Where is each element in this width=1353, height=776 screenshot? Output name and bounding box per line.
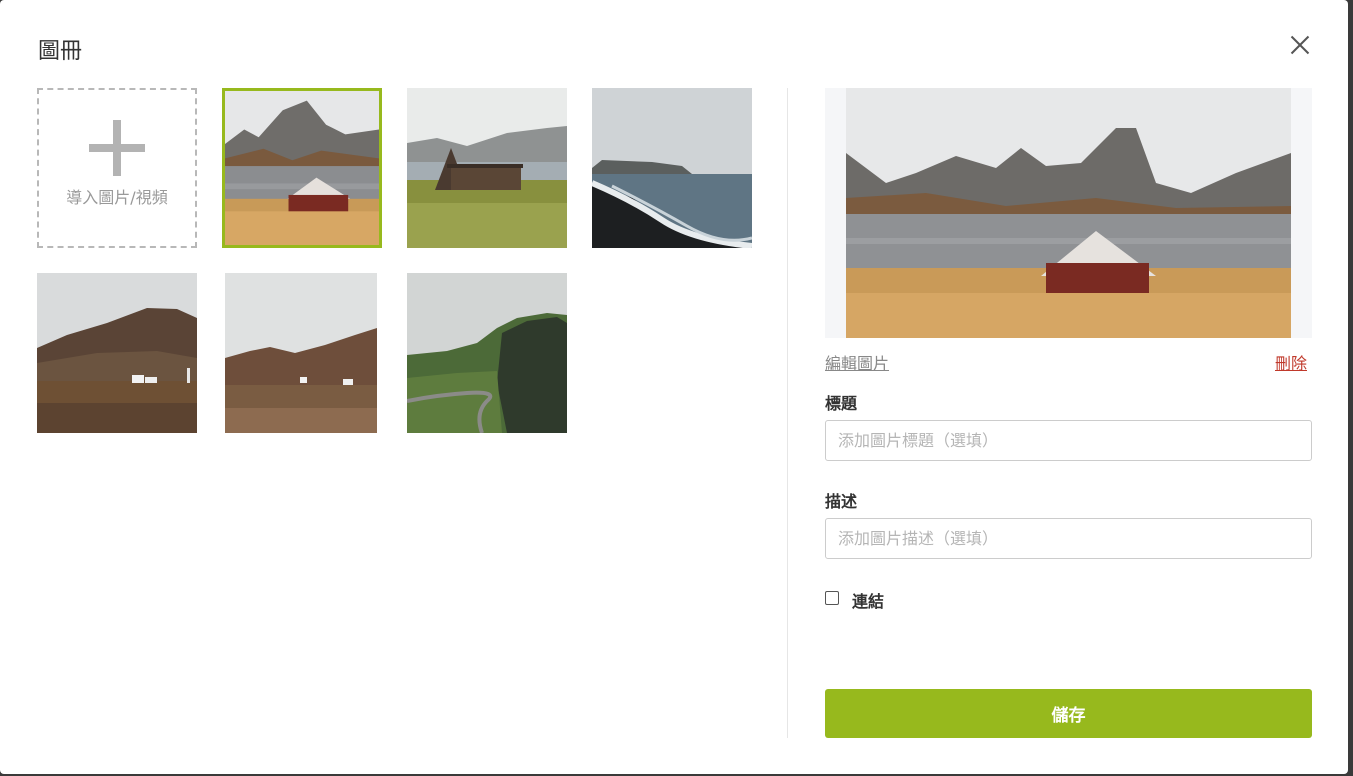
gallery-dialog: 圖冊 導入圖片/視頻 編輯圖片 刪除 標題 添加圖片標題（選填） 描述 添加圖片… bbox=[0, 0, 1348, 774]
gallery-thumbnail-1[interactable] bbox=[222, 88, 382, 248]
close-icon[interactable] bbox=[1289, 34, 1311, 56]
foggy-hills-village-image bbox=[37, 273, 197, 433]
red-cabin-lake-image bbox=[225, 91, 379, 245]
save-button[interactable]: 儲存 bbox=[825, 689, 1312, 738]
panel-divider bbox=[787, 88, 788, 738]
selected-image-preview bbox=[825, 88, 1312, 338]
title-label: 標題 bbox=[825, 394, 858, 413]
link-checkbox[interactable] bbox=[825, 591, 839, 605]
green-cliffs-road-image bbox=[407, 273, 567, 433]
gallery-thumbnail-2[interactable] bbox=[407, 88, 567, 248]
edit-image-link[interactable]: 編輯圖片 bbox=[825, 350, 889, 374]
dialog-title: 圖冊 bbox=[38, 39, 83, 64]
description-label: 描述 bbox=[825, 492, 858, 511]
description-input[interactable] bbox=[825, 518, 1312, 559]
delete-image-link[interactable]: 刪除 bbox=[1275, 350, 1307, 374]
upload-label: 導入圖片/視頻 bbox=[66, 188, 168, 207]
gallery-thumbnail-4[interactable] bbox=[37, 273, 197, 433]
gallery-thumbnail-6[interactable] bbox=[407, 273, 567, 433]
gallery-thumbnail-3[interactable] bbox=[592, 88, 752, 248]
black-sand-beach-image bbox=[592, 88, 752, 248]
red-cabin-lake-preview-image bbox=[846, 88, 1291, 338]
link-label: 連結 bbox=[852, 592, 885, 611]
upload-media-button[interactable]: 導入圖片/視頻 bbox=[37, 88, 197, 248]
gallery-thumbnail-5[interactable] bbox=[225, 273, 377, 433]
title-input[interactable] bbox=[825, 420, 1312, 461]
a-frame-hut-image bbox=[407, 88, 567, 248]
hillside-houses-image bbox=[225, 273, 377, 433]
